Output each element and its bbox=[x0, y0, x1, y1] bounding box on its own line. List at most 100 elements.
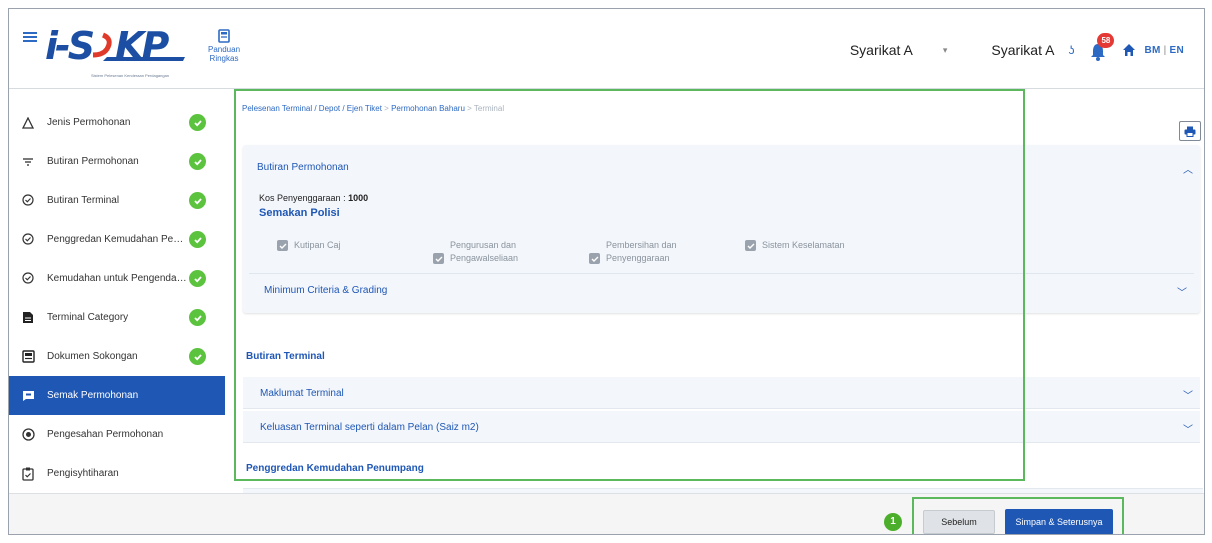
print-button[interactable] bbox=[1179, 121, 1201, 141]
review-icon bbox=[21, 389, 35, 403]
breadcrumb-separator: > bbox=[464, 104, 474, 113]
breadcrumb-step[interactable]: Permohonan Baharu bbox=[391, 104, 465, 113]
check-circle-icon bbox=[189, 153, 206, 170]
step-number-badge: 1 bbox=[884, 513, 902, 531]
footer-bar: 1 Sebelum Simpan & Seterusnya bbox=[9, 493, 1204, 535]
checkbox-label-line2: Penyenggaraan bbox=[606, 253, 670, 263]
triangle-icon bbox=[21, 116, 35, 130]
maklumat-terminal-accordion[interactable]: Maklumat Terminal ﹀ bbox=[243, 377, 1200, 409]
company-selector[interactable]: Syarikat A bbox=[850, 42, 913, 58]
keluasan-terminal-accordion[interactable]: Keluasan Terminal seperti dalam Pelan (S… bbox=[243, 411, 1200, 443]
lang-en[interactable]: EN bbox=[1170, 45, 1185, 56]
kos-label: Kos Penyenggaraan : bbox=[259, 193, 349, 203]
sidebar-item-semak-permohonan[interactable]: Semak Permohonan bbox=[9, 376, 225, 415]
sidebar-item-label: Butiran Permohonan bbox=[47, 156, 139, 167]
sidebar-item-label: Pengesahan Permohonan bbox=[47, 429, 164, 440]
sidebar-item-dokumen-sokongan[interactable]: Dokumen Sokongan bbox=[9, 337, 225, 376]
lang-bm[interactable]: BM bbox=[1144, 45, 1160, 56]
chevron-up-icon[interactable]: ︿ bbox=[1183, 161, 1193, 176]
checkbox-label: Pengurusan dan Pengawalseliaan bbox=[450, 239, 518, 265]
chevron-down-icon[interactable]: ﹀ bbox=[1183, 387, 1193, 402]
document-icon bbox=[21, 311, 35, 325]
accordion-label: Keluasan Terminal seperti dalam Pelan (S… bbox=[260, 422, 479, 433]
chevron-down-icon[interactable]: ﹀ bbox=[1177, 284, 1187, 299]
minimum-criteria-accordion[interactable]: Minimum Criteria & Grading ﹀ bbox=[249, 273, 1194, 305]
kos-penyenggaraan: Kos Penyenggaraan : 1000 bbox=[259, 193, 368, 203]
check-circle-icon bbox=[189, 192, 206, 209]
breadcrumb: Pelesenan Terminal / Depot / Ejen Tiket … bbox=[242, 104, 504, 113]
checkbox-label: Kutipan Caj bbox=[294, 240, 341, 250]
checkbox-label-line2: Pengawalseliaan bbox=[450, 253, 519, 263]
sidebar-item-kemudahan-pengendali[interactable]: Kemudahan untuk Pengendali... bbox=[9, 259, 225, 298]
panduan-label: Panduan Ringkas bbox=[207, 45, 241, 63]
svg-text:i-S: i-S bbox=[45, 24, 94, 67]
logo-subtitle: Sistem Pelesenan Kenderaan Perdagangan bbox=[91, 73, 170, 78]
top-header: i-S KP Sistem Pelesenan Kenderaan Perdag… bbox=[9, 9, 1204, 89]
sidebar-item-terminal-category[interactable]: Terminal Category bbox=[9, 298, 225, 337]
checkbox-label: Pembersihan dan Penyenggaraan bbox=[606, 239, 677, 265]
breadcrumb-separator: > bbox=[381, 104, 392, 113]
footer-divider bbox=[9, 534, 1204, 535]
user-icon[interactable]: ʖ bbox=[1068, 43, 1074, 57]
app-window: i-S KP Sistem Pelesenan Kenderaan Perdag… bbox=[8, 8, 1205, 535]
checkbox-checked-icon bbox=[745, 240, 756, 251]
sidebar-item-pengisyhtiharan[interactable]: Pengisyhtiharan bbox=[9, 454, 225, 493]
sidebar-item-butiran-permohonan[interactable]: Butiran Permohonan bbox=[9, 142, 225, 181]
check-plus-icon bbox=[21, 272, 35, 286]
book-icon bbox=[218, 29, 230, 43]
home-icon[interactable] bbox=[1122, 43, 1136, 57]
checkbox-checked-icon bbox=[433, 253, 444, 264]
save-next-button[interactable]: Simpan & Seterusnya bbox=[1005, 509, 1113, 534]
sidebar-item-penggredan-kemudahan[interactable]: Penggredan Kemudahan Pen... bbox=[9, 220, 225, 259]
semakan-polisi-title: Semakan Polisi bbox=[259, 207, 340, 219]
clipboard-icon bbox=[21, 467, 35, 481]
sidebar-item-butiran-terminal[interactable]: Butiran Terminal bbox=[9, 181, 225, 220]
sidebar-item-pengesahan-permohonan[interactable]: Pengesahan Permohonan bbox=[9, 415, 225, 454]
checkbox-checked-icon bbox=[589, 253, 600, 264]
printer-icon bbox=[1184, 126, 1196, 137]
chevron-down-icon[interactable]: ﹀ bbox=[1183, 421, 1193, 436]
sidebar-item-label: Penggredan Kemudahan Pen... bbox=[47, 234, 187, 245]
kos-value: 1000 bbox=[348, 193, 369, 203]
butiran-permohonan-panel: Butiran Permohonan ︿ Kos Penyenggaraan :… bbox=[243, 145, 1200, 313]
filter-icon bbox=[21, 155, 35, 169]
checkbox-pengurusan[interactable]: Pengurusan dan Pengawalseliaan bbox=[433, 239, 518, 265]
sidebar-item-label: Kemudahan untuk Pengendali... bbox=[47, 273, 187, 284]
check-circle-icon bbox=[189, 309, 206, 326]
header-actions: Syarikat A ▾ Syarikat A ʖ 58 BM | EN bbox=[850, 33, 1185, 61]
check-plus-icon bbox=[21, 233, 35, 247]
check-plus-icon bbox=[21, 194, 35, 208]
company-name: Syarikat A bbox=[991, 42, 1055, 58]
check-circle-icon bbox=[189, 348, 206, 365]
checkbox-pembersihan[interactable]: Pembersihan dan Penyenggaraan bbox=[589, 239, 677, 265]
checkbox-checked-icon bbox=[277, 240, 288, 251]
sidebar-item-label: Butiran Terminal bbox=[47, 195, 120, 206]
check-circle-icon bbox=[189, 231, 206, 248]
accordion-label: Minimum Criteria & Grading bbox=[264, 285, 388, 296]
breadcrumb-current: Terminal bbox=[473, 104, 505, 113]
sidebar-item-label: Dokumen Sokongan bbox=[47, 351, 138, 362]
chevron-down-icon[interactable]: ▾ bbox=[943, 45, 948, 56]
check-circle-icon bbox=[189, 270, 206, 287]
sidebar-item-jenis-permohonan[interactable]: Jenis Permohonan bbox=[9, 103, 225, 142]
checkbox-label: Sistem Keselamatan bbox=[762, 240, 845, 250]
app-logo[interactable]: i-S KP Sistem Pelesenan Kenderaan Perdag… bbox=[45, 23, 195, 78]
penggredan-title: Penggredan Kemudahan Penumpang bbox=[246, 463, 424, 474]
previous-button[interactable]: Sebelum bbox=[923, 510, 995, 534]
notification-button[interactable]: 58 bbox=[1088, 33, 1115, 61]
breadcrumb-root[interactable]: Pelesenan Terminal / Depot / Ejen Tiket bbox=[242, 104, 382, 113]
panel-title[interactable]: Butiran Permohonan bbox=[257, 162, 349, 173]
sidebar-item-label: Terminal Category bbox=[47, 312, 129, 323]
main-content: Pelesenan Terminal / Depot / Ejen Tiket … bbox=[237, 89, 1204, 489]
menu-icon[interactable] bbox=[23, 32, 37, 42]
panduan-ringkas-link[interactable]: Panduan Ringkas bbox=[194, 29, 254, 63]
docs-icon bbox=[21, 350, 35, 364]
checkbox-sistem-keselamatan[interactable]: Sistem Keselamatan bbox=[745, 239, 845, 252]
lang-separator: | bbox=[1163, 44, 1167, 56]
sidebar-item-label: Semak Permohonan bbox=[47, 390, 139, 401]
circle-check-icon bbox=[21, 428, 35, 442]
checkbox-kutipan-caj[interactable]: Kutipan Caj bbox=[277, 239, 341, 252]
check-circle-icon bbox=[189, 114, 206, 131]
logo-graphic: i-S KP bbox=[45, 24, 185, 67]
checkbox-label-line1: Pengurusan dan bbox=[450, 240, 517, 250]
